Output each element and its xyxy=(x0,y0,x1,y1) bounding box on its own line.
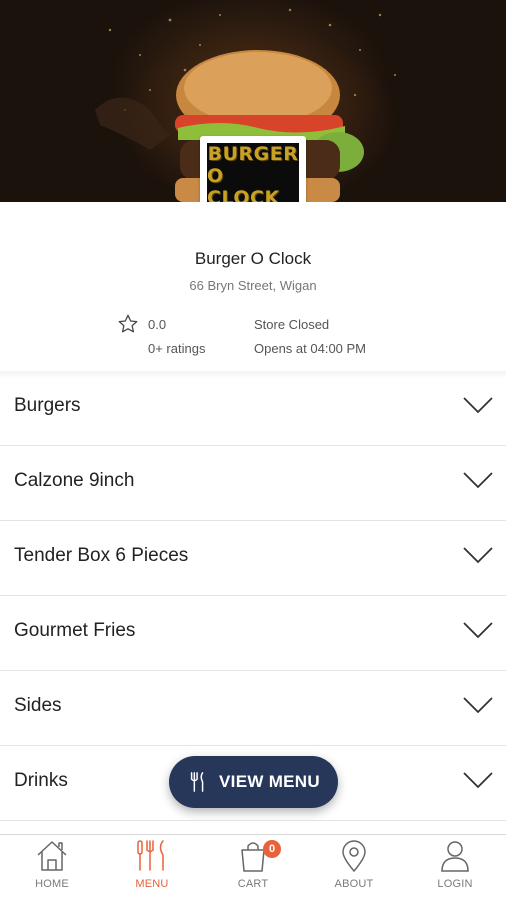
rating-info: 0.0 0+ ratings xyxy=(148,313,205,361)
menu-category-list: Burgers Calzone 9inch Tender Box 6 Piece… xyxy=(0,371,506,821)
location-pin-icon xyxy=(342,840,366,873)
nav-cart[interactable]: 0 CART xyxy=(203,839,303,899)
utensils-icon xyxy=(190,772,204,792)
nav-label: CART xyxy=(237,878,269,890)
nav-label: ABOUT xyxy=(334,878,374,890)
store-logo: BURGER O CLOCK xyxy=(200,136,306,202)
logo-line-2: O CLOCK xyxy=(207,165,280,202)
store-status: Store Closed Opens at 04:00 PM xyxy=(254,313,366,361)
view-menu-button[interactable]: VIEW MENU xyxy=(169,756,338,808)
category-burgers[interactable]: Burgers xyxy=(0,371,506,446)
nav-home[interactable]: HOME xyxy=(2,839,102,899)
nav-about[interactable]: ABOUT xyxy=(304,839,404,899)
category-label: Tender Box 6 Pieces xyxy=(14,545,189,566)
nav-label: LOGIN xyxy=(437,878,473,890)
star-icon xyxy=(118,314,138,333)
category-label: Burgers xyxy=(14,395,81,416)
bottom-nav: HOME MENU 0 CART ABOUT LOGIN xyxy=(0,834,506,901)
hero-banner: BURGER O CLOCK xyxy=(0,0,506,202)
category-label: Drinks xyxy=(14,770,68,791)
category-label: Gourmet Fries xyxy=(14,620,136,641)
logo-line-1: BURGER xyxy=(207,143,299,165)
utensils-icon xyxy=(137,840,164,871)
home-icon xyxy=(37,841,67,871)
opening-time: Opens at 04:00 PM xyxy=(254,341,367,356)
store-status-text: Store Closed xyxy=(254,317,330,332)
chevron-down-icon xyxy=(463,547,493,564)
chevron-down-icon xyxy=(463,772,493,789)
chevron-down-icon xyxy=(463,397,493,414)
view-menu-label: VIEW MENU xyxy=(219,772,320,791)
chevron-down-icon xyxy=(463,472,493,489)
ratings-count: 0+ ratings xyxy=(148,341,206,356)
category-label: Calzone 9inch xyxy=(14,470,135,491)
store-name: Burger O Clock xyxy=(194,249,312,268)
category-label: Sides xyxy=(14,695,62,716)
category-sides[interactable]: Sides xyxy=(0,671,506,746)
nav-label: MENU xyxy=(135,878,169,890)
rating-value: 0.0 xyxy=(148,317,167,332)
category-tender-box[interactable]: Tender Box 6 Pieces xyxy=(0,521,506,596)
cart-count-badge: 0 xyxy=(263,840,281,858)
chevron-down-icon xyxy=(463,622,493,639)
category-gourmet-fries[interactable]: Gourmet Fries xyxy=(0,596,506,671)
store-address: 66 Bryn Street, Wigan xyxy=(189,278,317,293)
nav-login[interactable]: LOGIN xyxy=(405,839,505,899)
nav-label: HOME xyxy=(35,878,69,890)
nav-menu[interactable]: MENU xyxy=(102,839,202,899)
chevron-down-icon xyxy=(463,697,493,714)
user-icon xyxy=(441,841,469,872)
category-calzone[interactable]: Calzone 9inch xyxy=(0,446,506,521)
